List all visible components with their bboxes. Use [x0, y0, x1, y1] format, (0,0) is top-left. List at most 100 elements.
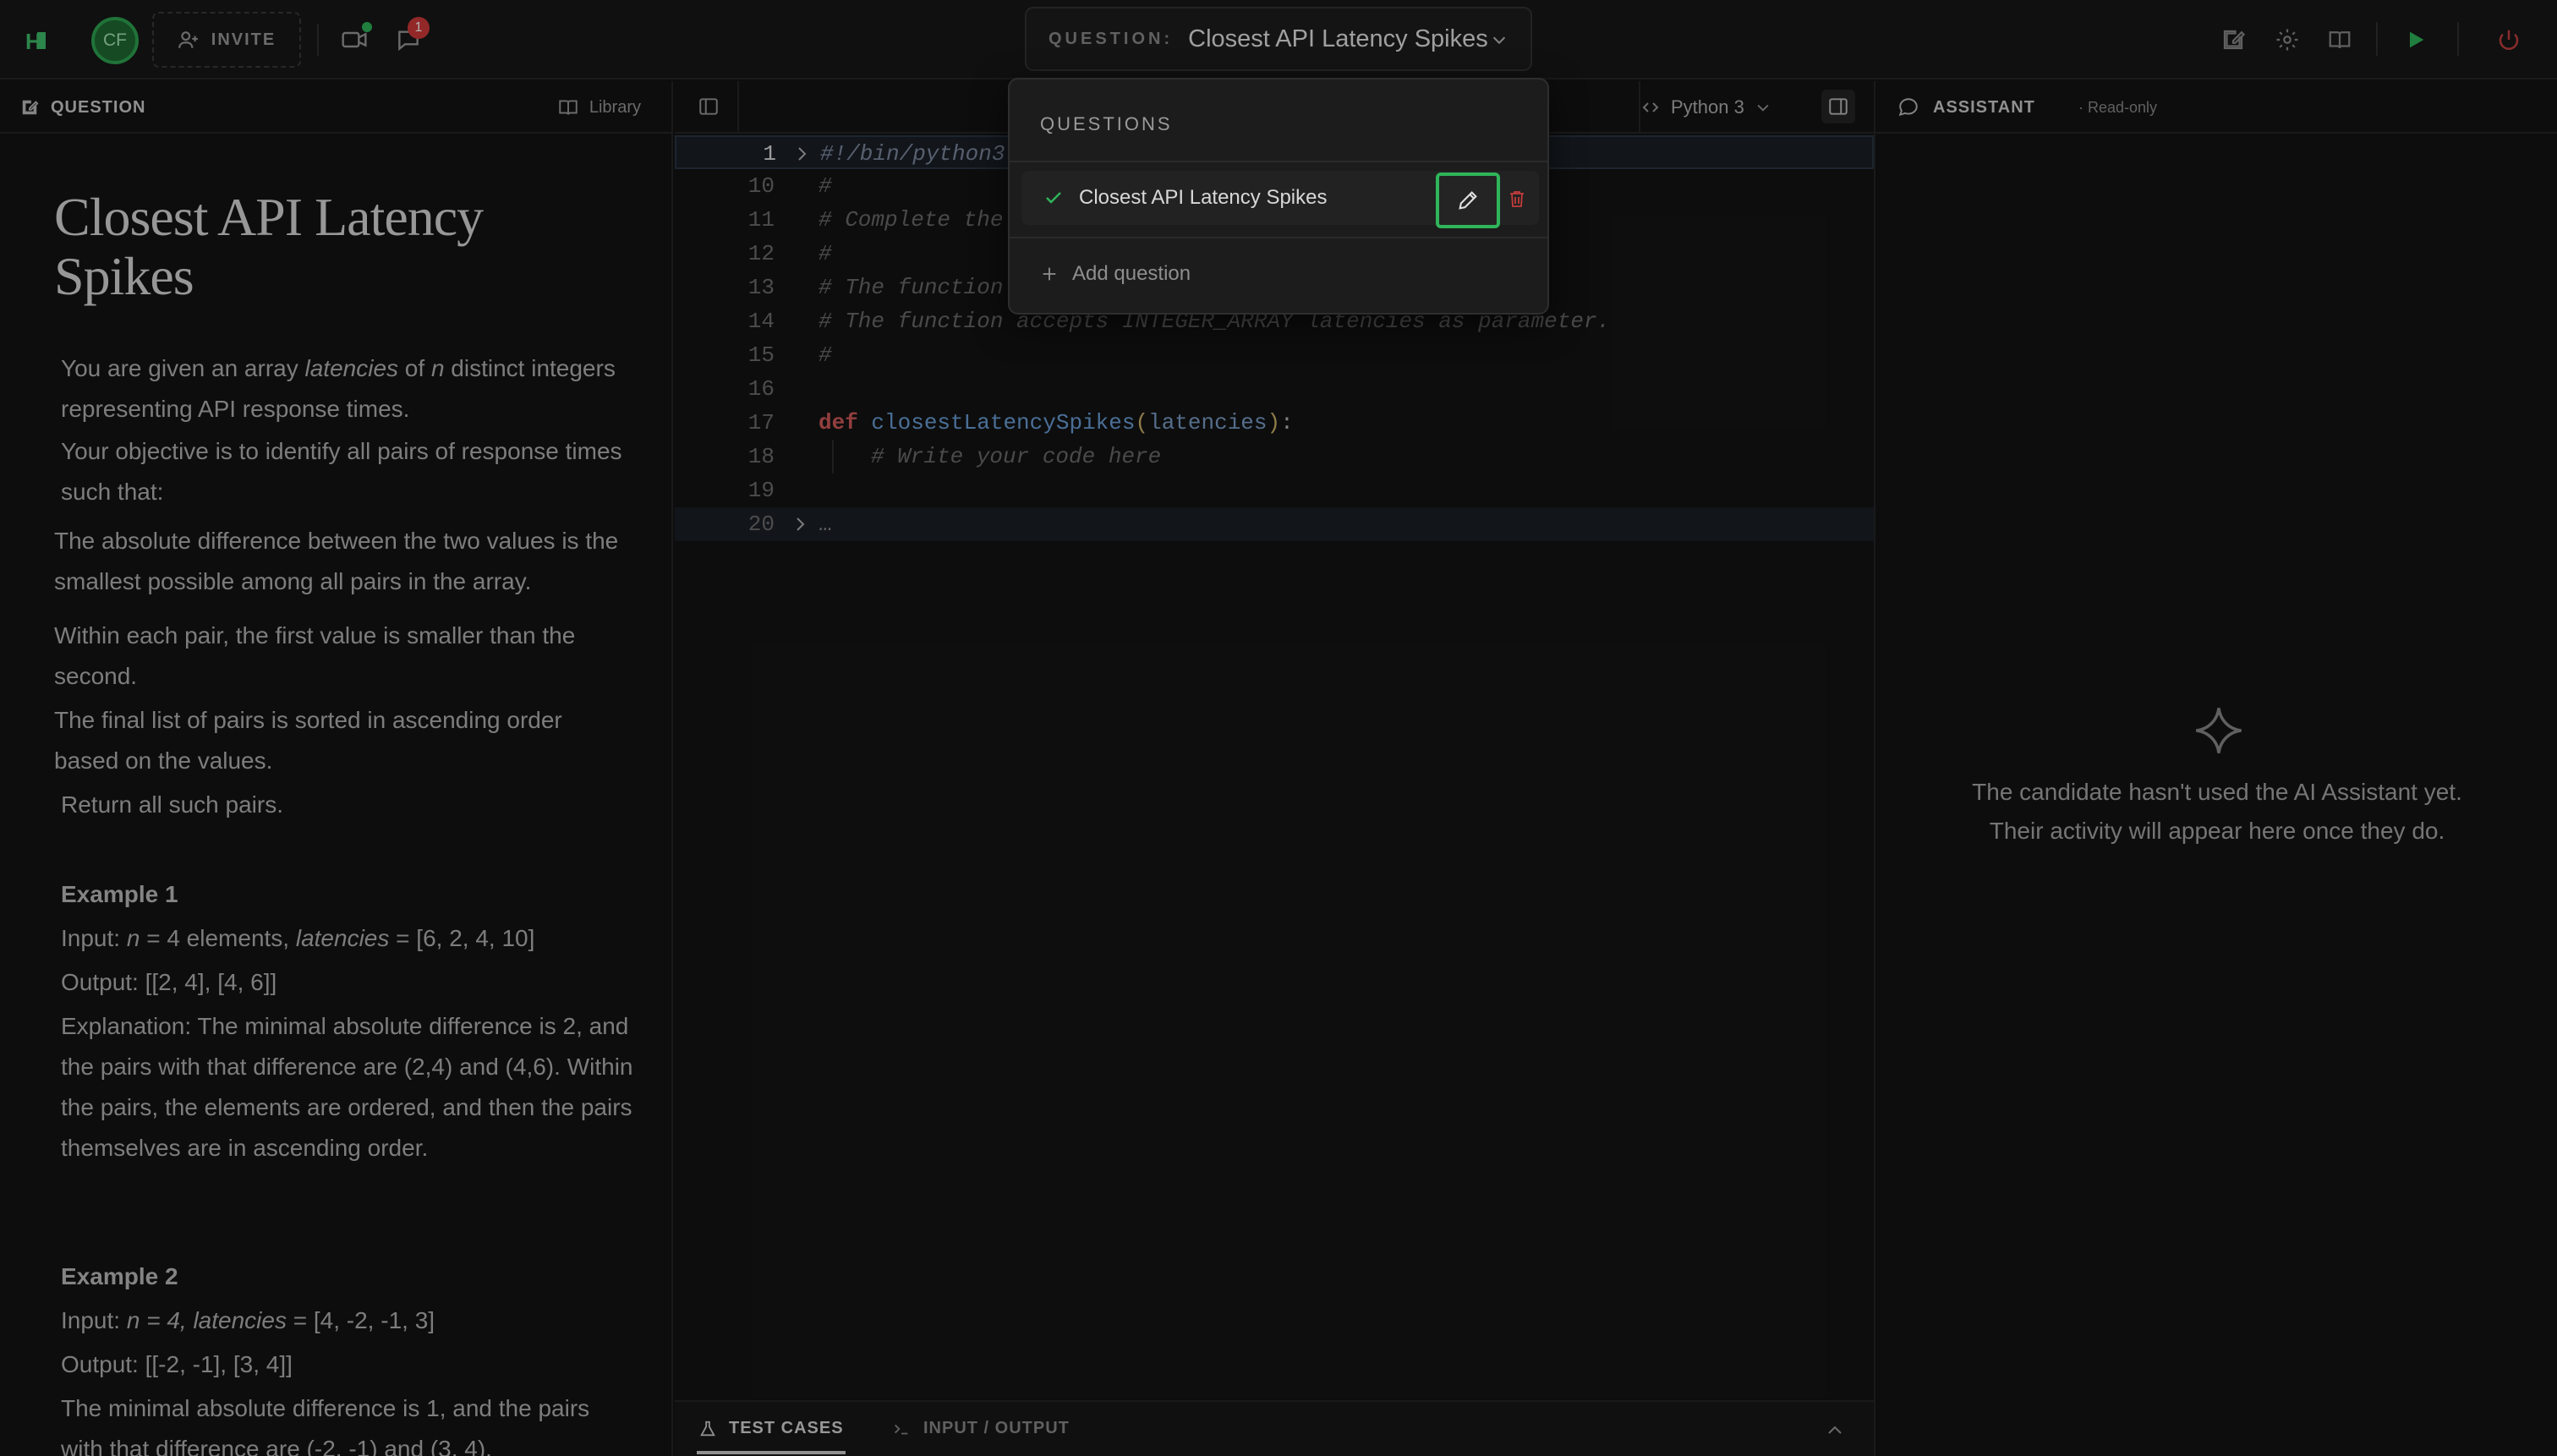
questions-dropdown: QUESTIONS Closest API Latency Spikes Add… — [1008, 78, 1549, 315]
assistant-title: ASSISTANT — [1933, 98, 2035, 117]
terminal-icon — [891, 1420, 912, 1438]
sparkle-icon — [2192, 703, 2246, 758]
line-number: 18 — [747, 444, 775, 469]
question-selector-label: QUESTION: — [1049, 29, 1174, 48]
library-button[interactable]: Library — [557, 96, 641, 118]
chevron-up-icon[interactable] — [1825, 1420, 1845, 1441]
add-question-button[interactable]: Add question — [1040, 262, 1191, 286]
example-heading: Example 1 — [61, 881, 178, 907]
avatar-initials: CF — [103, 30, 127, 50]
library-label: Library — [589, 97, 641, 117]
assistant-readonly-label: · Read-only — [2078, 99, 2158, 116]
tab-input-output[interactable]: INPUT / OUTPUT — [891, 1419, 1070, 1438]
divider — [1010, 161, 1547, 162]
line-number: 12 — [747, 241, 775, 266]
language-label: Python 3 — [1671, 96, 1744, 118]
line-number: 11 — [747, 207, 775, 233]
example-output: Output: [[-2, -1], [3, 4]] — [61, 1351, 293, 1377]
assistant-header: ASSISTANT · Read-only — [1875, 81, 2557, 134]
assistant-empty-message: The candidate hasn't used the AI Assista… — [1875, 773, 2557, 851]
panel-toggle-button[interactable] — [1821, 90, 1855, 123]
tab-label: TEST CASES — [729, 1419, 844, 1437]
question-panel-header: QUESTION Library — [0, 81, 671, 134]
code-line: 18 # Write your code here — [675, 440, 1874, 473]
line-number: 19 — [747, 478, 775, 503]
example-heading: Example 2 — [61, 1263, 178, 1289]
gear-icon[interactable] — [2271, 24, 2303, 56]
video-status-dot — [362, 22, 372, 32]
play-icon[interactable] — [2400, 24, 2432, 56]
code-line: 19 — [675, 473, 1874, 507]
folded-code-ellipsis[interactable]: … — [819, 507, 832, 541]
avatar[interactable]: CF — [91, 17, 139, 64]
code-line: 17 def closestLatencySpikes(latencies): — [675, 406, 1874, 440]
code-text: # Write your code here — [871, 444, 1162, 469]
code-line: 20 … — [675, 507, 1874, 541]
line-number: 15 — [747, 342, 775, 368]
chat-bubble-icon — [1897, 96, 1919, 118]
divider — [1010, 237, 1547, 238]
add-question-label: Add question — [1072, 262, 1191, 285]
indent-guide — [832, 440, 834, 473]
code-icon — [1640, 97, 1661, 118]
power-icon[interactable] — [2493, 24, 2525, 56]
book-icon — [557, 96, 579, 118]
question-title: Closest API Latency Spikes — [54, 187, 484, 306]
dropdown-header: QUESTIONS — [1040, 113, 1173, 134]
code-line: 16 — [675, 372, 1874, 406]
empty-message-line: The candidate hasn't used the AI Assista… — [1972, 779, 2462, 805]
invite-button[interactable]: INVITE — [152, 12, 301, 68]
edit-note-icon[interactable] — [2217, 24, 2249, 56]
example-output: Output: [[2, 4], [4, 6]] — [61, 969, 277, 995]
question-selector-value: Closest API Latency Spikes — [1188, 25, 1488, 52]
tab-label: INPUT / OUTPUT — [923, 1419, 1070, 1437]
divider — [2457, 22, 2459, 56]
code-line: 15 # — [675, 338, 1874, 372]
example-input: Input: n = 4 elements, latencies = [6, 2… — [61, 925, 535, 951]
pencil-icon — [1459, 191, 1477, 210]
edit-question-button[interactable] — [1436, 172, 1500, 228]
code-text: def closestLatencySpikes(latencies): — [819, 410, 1294, 435]
question-paragraph: You are given an array latencies of n di… — [61, 355, 616, 422]
notification-badge: 1 — [408, 17, 430, 39]
question-selector[interactable]: QUESTION: Closest API Latency Spikes — [1025, 7, 1532, 71]
code-text: # The function — [819, 275, 1004, 300]
book-icon[interactable] — [2324, 24, 2356, 56]
example-input: Input: n = 4, latencies = [4, -2, -1, 3] — [61, 1307, 435, 1333]
assistant-panel: ASSISTANT · Read-only The candidate hasn… — [1874, 81, 2557, 1456]
flask-icon — [698, 1420, 717, 1438]
delete-question-button[interactable] — [1507, 188, 1527, 210]
sidebar-toggle-button[interactable] — [692, 90, 725, 123]
line-number: 1 — [763, 141, 776, 167]
invite-label: INVITE — [211, 30, 277, 49]
check-icon — [1043, 188, 1064, 208]
bottom-tab-bar: TEST CASES INPUT / OUTPUT — [675, 1400, 1874, 1456]
code-text: # Complete the — [819, 207, 1004, 233]
question-paragraph: The final list of pairs is sorted in asc… — [54, 707, 562, 774]
question-list-item[interactable]: Closest API Latency Spikes — [1021, 171, 1539, 228]
empty-message-line: Their activity will appear here once the… — [1989, 818, 2445, 844]
fold-chevron-icon[interactable] — [793, 137, 812, 171]
chevron-down-icon — [1755, 99, 1771, 116]
fold-chevron-icon[interactable] — [791, 507, 810, 541]
question-paragraph: Return all such pairs. — [61, 791, 284, 818]
language-selector[interactable]: Python 3 — [1640, 96, 1771, 118]
line-number: 10 — [747, 173, 775, 199]
divider — [737, 81, 739, 134]
code-text: # — [819, 241, 832, 266]
question-paragraph: Within each pair, the first value is sma… — [54, 622, 576, 689]
top-bar: H CF INVITE 1 QUESTION: Closest API Late… — [0, 0, 2557, 79]
example-explanation: Explanation: The minimal absolute differ… — [61, 1013, 633, 1161]
question-item-label: Closest API Latency Spikes — [1079, 186, 1328, 209]
tab-test-cases[interactable]: TEST CASES — [698, 1419, 844, 1438]
trash-icon — [1510, 191, 1524, 207]
example-explanation: The minimal absolute difference is 1, an… — [61, 1395, 590, 1456]
user-plus-icon — [178, 29, 200, 51]
question-paragraph: Your objective is to identify all pairs … — [61, 438, 622, 505]
logo-mark — [37, 32, 46, 49]
divider — [2376, 22, 2378, 56]
code-text: # — [819, 342, 832, 368]
line-number: 14 — [747, 309, 775, 334]
question-panel: QUESTION Library Closest API Latency Spi… — [0, 81, 673, 1456]
edit-icon — [20, 98, 39, 117]
